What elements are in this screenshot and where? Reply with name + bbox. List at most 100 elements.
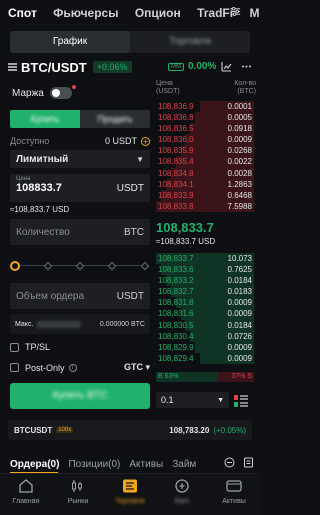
ask-price: 108,836.5: [158, 124, 194, 134]
ask-price: 108,834.1: [158, 179, 194, 189]
tick-size-select[interactable]: 0.1 ▼: [156, 392, 229, 408]
post-only-checkbox[interactable]: [10, 363, 19, 372]
filter-icon[interactable]: [224, 457, 235, 468]
quantity-input[interactable]: Количество BTC: [10, 219, 150, 245]
menu-icon[interactable]: [8, 63, 17, 71]
ask-price: 108,835.4: [158, 157, 194, 167]
nav-markets[interactable]: Рынки: [52, 474, 104, 505]
more-icon[interactable]: [240, 60, 252, 72]
bid-row[interactable]: 108,829.4 0.0009: [156, 352, 254, 364]
bid-row[interactable]: 108,831.6 0.0009: [156, 308, 254, 320]
ask-row[interactable]: 108,836.8 0.0005: [156, 112, 254, 124]
mm-value: 0.00%: [188, 61, 217, 72]
slider-tick[interactable]: [107, 261, 117, 271]
orderbook-mode-icon[interactable]: [234, 394, 248, 407]
ask-row[interactable]: 108,834.8 0.0028: [156, 167, 254, 179]
percent-slider[interactable]: [10, 261, 150, 271]
history-icon[interactable]: [243, 457, 254, 468]
caret-down-icon: ▼: [217, 396, 224, 404]
slider-tick[interactable]: [75, 261, 85, 271]
chart-icon[interactable]: [220, 60, 232, 72]
header-icons: [220, 60, 252, 72]
margin-label: Маржа: [12, 87, 44, 99]
ask-row[interactable]: 108,836.5 0.0918: [156, 123, 254, 135]
order-type-select[interactable]: Лимитный ▼: [10, 150, 150, 168]
bid-price: 108,830.4: [158, 331, 194, 341]
bid-row[interactable]: 108,833.2 0.0184: [156, 275, 254, 287]
tabs-settings-icon[interactable]: [230, 6, 241, 17]
tab-options[interactable]: Опцион: [135, 6, 181, 20]
futures-ticker-strip[interactable]: BTCUSDT 100x 108,783.20 (+0.05%): [8, 420, 252, 440]
tab-positions[interactable]: Позиции(0): [68, 459, 120, 470]
last-price-block[interactable]: 108,833.7 ≈108,833.7 USD: [156, 220, 215, 246]
tpsl-row[interactable]: TP/SL: [10, 342, 50, 352]
margin-switch[interactable]: [49, 87, 72, 99]
available-label: Доступно: [10, 136, 50, 146]
strip-price: 108,783.20: [169, 425, 210, 435]
top-tabs: Спот Фьючерсы Опцион TradFi Марж: [0, 0, 260, 26]
ask-row[interactable]: 108,835.4 0.0022: [156, 156, 254, 168]
bid-qty: 0.0183: [227, 287, 252, 297]
tab-loan[interactable]: Займ: [172, 459, 196, 470]
buy-submit-button[interactable]: Купить BTC: [10, 383, 150, 409]
bid-price: 108,833.6: [158, 265, 194, 275]
tab-margin[interactable]: Марж: [249, 6, 260, 20]
tab-orders[interactable]: Ордера(0): [10, 459, 59, 470]
nav-assets[interactable]: Активы: [208, 474, 260, 505]
notification-dot: [72, 85, 76, 89]
ask-row[interactable]: 108,834.1 1.2863: [156, 178, 254, 190]
info-icon[interactable]: i: [68, 363, 77, 372]
bid-row[interactable]: 108,833.6 0.7625: [156, 264, 254, 276]
trading-view-button[interactable]: Торговля: [130, 31, 250, 53]
ask-row[interactable]: 108,836.9 0.0001: [156, 101, 254, 113]
time-in-force-select[interactable]: GTC ▾: [124, 362, 150, 373]
slider-tick[interactable]: [43, 261, 53, 271]
bid-row[interactable]: 108,831.8 0.0009: [156, 297, 254, 309]
deposit-plus-icon[interactable]: +: [141, 136, 150, 146]
ask-row[interactable]: 108,836.0 0.0009: [156, 134, 254, 146]
sell-tab[interactable]: Продать: [80, 110, 150, 128]
slider-knob[interactable]: [10, 261, 20, 271]
bid-row[interactable]: 108,830.4 0.0726: [156, 330, 254, 342]
slider-tick[interactable]: [140, 261, 150, 271]
nav-earn[interactable]: Earn: [156, 474, 208, 505]
chart-view-button[interactable]: График: [10, 31, 130, 53]
strip-change: (+0.05%): [213, 425, 246, 435]
nav-trade[interactable]: Торговля: [104, 474, 156, 505]
order-total-input[interactable]: Объем ордера USDT: [10, 283, 150, 309]
nav-home[interactable]: Главная: [0, 474, 52, 505]
tab-futures[interactable]: Фьючерсы: [53, 6, 118, 20]
ask-price: 108,836.9: [158, 102, 194, 111]
tab-tradfi[interactable]: TradFi: [197, 6, 233, 20]
ask-qty: 0.0028: [227, 168, 252, 178]
bid-price: 108,829.9: [158, 342, 194, 352]
bid-qty: 0.0009: [227, 309, 252, 319]
bid-price: 108,829.4: [158, 353, 194, 363]
bids-list: 108,833.7 10.073 108,833.6 0.7625 108,833.2 0…: [156, 253, 254, 364]
ask-row[interactable]: 108,833.8 7.5988: [156, 200, 254, 212]
bid-row[interactable]: 108,829.9 0.0009: [156, 341, 254, 353]
bid-row[interactable]: 108,833.7 10.073: [156, 253, 254, 265]
tab-spot[interactable]: Спот: [8, 6, 37, 20]
bid-row[interactable]: 108,830.5 0.0184: [156, 319, 254, 331]
pair-symbol: BTC/USDT: [21, 59, 87, 75]
pair-header[interactable]: BTC/USDT +0.06%: [8, 59, 132, 75]
price-usd-approx: ≈108,833.7 USD: [10, 205, 70, 214]
tpsl-checkbox[interactable]: [10, 342, 19, 352]
tab-assets[interactable]: Активы: [129, 459, 163, 470]
view-toggle: График Торговля: [10, 31, 250, 53]
bid-price: 108,831.6: [158, 309, 194, 319]
ask-qty: 0.0022: [227, 157, 252, 167]
available-value: 0 USDT: [104, 136, 137, 146]
bid-qty: 0.0009: [227, 298, 252, 308]
bid-price: 108,833.7: [158, 254, 194, 263]
ask-row[interactable]: 108,833.9 0.6468: [156, 189, 254, 201]
strip-symbol: BTCUSDT: [14, 425, 53, 435]
price-input[interactable]: Цена 108833.7 USDT: [10, 174, 150, 202]
buy-tab[interactable]: Купить: [10, 110, 80, 128]
bid-row[interactable]: 108,832.7 0.0183: [156, 286, 254, 298]
bid-qty: 0.0726: [227, 331, 252, 341]
bid-price: 108,832.7: [158, 287, 194, 297]
ask-row[interactable]: 108,835.9 0.0268: [156, 145, 254, 157]
earn-icon: [156, 474, 208, 498]
